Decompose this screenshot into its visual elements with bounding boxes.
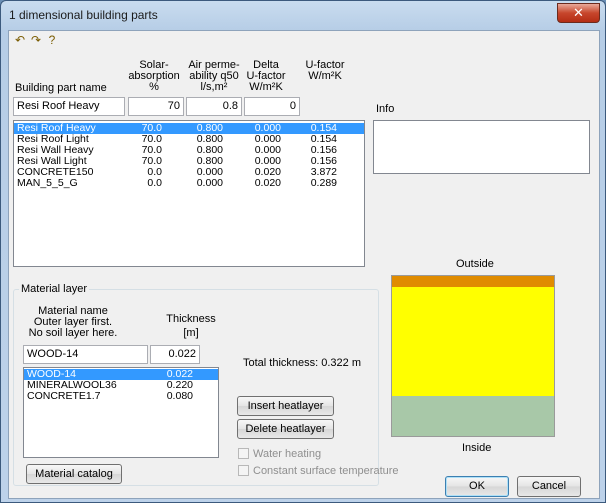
material-layers-list[interactable]: WOOD-14 0.022 MINERALWOOL36 0.220 CONCRETE1.…	[23, 367, 219, 458]
window-title: 1 dimensional building parts	[9, 8, 158, 22]
redo-icon[interactable]: ↷	[29, 33, 43, 47]
air-permeability-input[interactable]: 0.8	[186, 97, 242, 116]
solar-absorption-header: Solar- absorption %	[121, 60, 187, 93]
water-heating-checkbox[interactable]	[238, 448, 249, 459]
material-thickness-input[interactable]: 0.022	[150, 345, 200, 364]
cancel-button[interactable]: Cancel	[517, 476, 581, 497]
part-cell-name: MAN_5_5_G	[17, 177, 78, 189]
material-header-line: No soil layer here.	[28, 327, 118, 339]
total-thickness-text: Total thickness: 0.322 m	[243, 357, 362, 369]
delta-u-factor-header: Delta U-factor W/m²K	[237, 60, 295, 93]
info-box[interactable]	[373, 120, 590, 174]
title-bar[interactable]: 1 dimensional building parts ✕	[1, 1, 605, 29]
help-icon[interactable]: ?	[45, 33, 59, 47]
close-button[interactable]: ✕	[557, 3, 600, 23]
dialog-window: 1 dimensional building parts ✕ ↶ ↷ ? Bui…	[0, 0, 606, 503]
info-label: Info	[376, 103, 395, 115]
building-parts-list[interactable]: Resi Roof Heavy 70.0 0.800 0.000 0.154 Resi R…	[13, 120, 365, 267]
solar-header-line: %	[149, 81, 159, 93]
section-layer	[392, 276, 554, 287]
building-part-row[interactable]: MAN_5_5_G 0.0 0.000 0.020 0.289	[14, 178, 364, 189]
delta-header-line: W/m²K	[249, 81, 283, 93]
layer-name: CONCRETE1.7	[27, 390, 101, 402]
delete-heatlayer-button[interactable]: Delete heatlayer	[237, 419, 334, 439]
layer-cross-section	[391, 275, 555, 437]
part-cell-solar: 0.0	[147, 177, 162, 189]
thickness-header: Thickness [m]	[165, 312, 217, 340]
solar-absorption-input[interactable]: 70	[128, 97, 184, 116]
ufactor-header-line: W/m²K	[308, 70, 342, 82]
part-name-input[interactable]: Resi Roof Heavy	[13, 97, 125, 116]
water-heating-label: Water heating	[253, 448, 322, 460]
part-cell-delta: 0.020	[254, 177, 281, 189]
part-cell-air: 0.000	[196, 177, 223, 189]
material-layer-row[interactable]: CONCRETE1.7 0.080	[24, 391, 218, 402]
constant-surface-temperature-checkbox[interactable]	[238, 465, 249, 476]
section-layer	[392, 396, 554, 436]
part-cell-u: 0.289	[310, 177, 337, 189]
u-factor-header: U-factor W/m²K	[297, 60, 353, 82]
thickness-header-line: [m]	[183, 327, 199, 339]
thickness-header-line: Thickness	[166, 313, 216, 325]
section-layer	[392, 287, 554, 396]
material-name-input[interactable]: WOOD-14	[23, 345, 148, 364]
undo-icon[interactable]: ↶	[13, 33, 27, 47]
ok-button[interactable]: OK	[445, 476, 509, 497]
dialog-client-area: ↶ ↷ ? Building part name Solar- absorpti…	[8, 30, 600, 499]
constant-surface-temperature-label: Constant surface temperature	[253, 465, 399, 477]
material-catalog-button[interactable]: Material catalog	[26, 464, 122, 484]
insert-heatlayer-button[interactable]: Insert heatlayer	[237, 396, 334, 416]
delta-u-factor-input[interactable]: 0	[244, 97, 300, 116]
material-layer-group-label: Material layer	[19, 283, 90, 295]
inside-label: Inside	[462, 442, 492, 454]
material-name-header: Material name Outer layer first. No soil…	[23, 306, 123, 339]
building-part-name-header: Building part name	[15, 82, 107, 94]
layer-thickness: 0.080	[166, 390, 193, 402]
outside-label: Outside	[456, 258, 494, 270]
